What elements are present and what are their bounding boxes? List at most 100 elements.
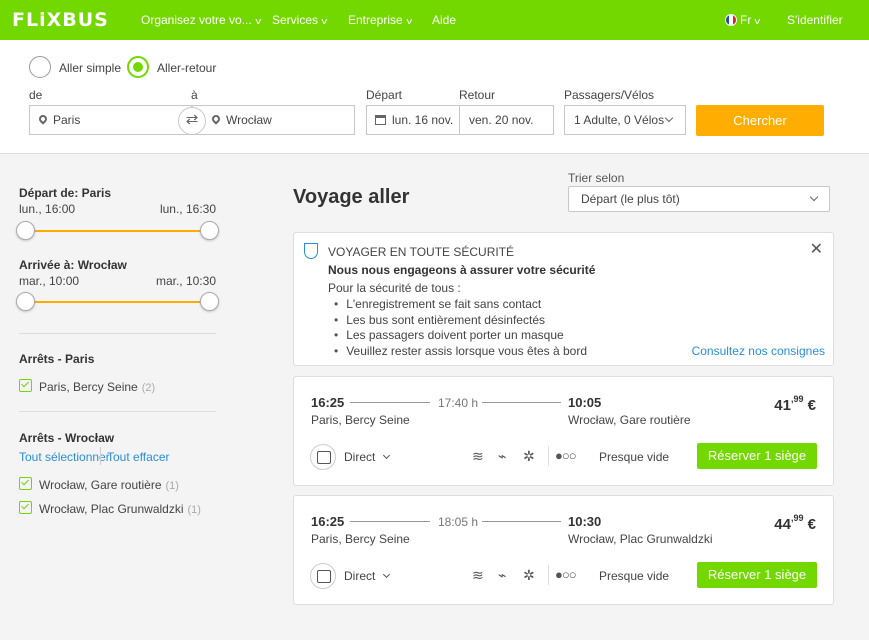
depart-date-value: lun. 16 nov.: [392, 113, 454, 127]
stop-checkbox-paris-bercy[interactable]: [19, 379, 32, 392]
occupancy-icon: ●○○: [555, 567, 577, 582]
departure-max-time: lun., 16:30: [159, 202, 216, 216]
chevron-down-icon: [809, 192, 819, 202]
price-cents: ,99: [790, 513, 804, 523]
radio-round-trip[interactable]: [127, 56, 149, 78]
safety-subtitle: Nous nous engageons à assurer votre sécu…: [328, 263, 596, 277]
language-label: Fr: [740, 13, 752, 27]
price-main: 44: [774, 516, 791, 533]
arrival-station: Wrocław, Plac Grunwaldzki: [568, 532, 713, 546]
nav-entreprise[interactable]: Entreprise v: [348, 13, 412, 27]
arrival-max-time: mar., 10:30: [155, 274, 216, 288]
flixbus-logo[interactable]: FLiXBUS: [12, 9, 109, 31]
language-selector[interactable]: Fr v: [740, 13, 761, 27]
passengers-value: 1 Adulte, 0 Vélos: [574, 113, 665, 127]
duration-line-left: [350, 521, 430, 522]
from-field[interactable]: Paris: [29, 105, 192, 135]
search-panel: Aller simple Aller-retour de à Départ Re…: [0, 40, 869, 154]
chevron-down-icon: v: [406, 16, 412, 26]
select-all-link[interactable]: Tout sélectionner: [19, 450, 110, 464]
reserve-button[interactable]: Réserver 1 siège: [697, 443, 817, 469]
radio-one-way-label[interactable]: Aller simple: [59, 61, 121, 75]
divider: [548, 565, 549, 585]
safety-point: Les bus sont entièrement désinfectés: [334, 313, 587, 329]
passengers-select[interactable]: 1 Adulte, 0 Vélos: [564, 105, 686, 135]
arrival-slider-min-handle[interactable]: [16, 292, 35, 311]
chevron-down-icon: [664, 113, 674, 123]
swap-cities-button[interactable]: ⇄: [178, 107, 206, 135]
divider: [548, 446, 549, 466]
top-navbar: FLiXBUS Organisez votre vo... v Services v…: [0, 0, 869, 40]
chevron-down-icon: [383, 570, 391, 579]
trip-duration: 17:40 h: [438, 396, 479, 410]
stop-checkbox-wroclaw-plac[interactable]: [19, 501, 32, 514]
radio-one-way[interactable]: [29, 56, 51, 78]
chevron-down-icon: [383, 451, 391, 460]
safety-guidelines-link[interactable]: Consultez nos consignes: [692, 344, 825, 358]
safety-point: L'enregistrement se fait sans contact: [334, 297, 587, 313]
chevron-down-icon: v: [321, 16, 328, 26]
sort-value: Départ (le plus tôt): [581, 192, 680, 206]
reserve-button[interactable]: Réserver 1 siège: [697, 562, 817, 588]
stops-wroclaw-title: Arrêts - Wrocław: [19, 431, 115, 445]
trip-type-label: Direct: [344, 569, 376, 583]
arrival-filter-title: Arrivée à: Wrocław: [19, 258, 127, 272]
search-button[interactable]: Chercher: [696, 105, 824, 136]
duration-line-right: [482, 521, 561, 522]
power-plug-icon: ⌁: [498, 448, 507, 464]
return-date-field[interactable]: ven. 20 nov.: [459, 105, 554, 135]
from-label: de: [29, 88, 43, 102]
stop-label-paris-bercy[interactable]: Paris, Bercy Seine (2): [39, 380, 155, 394]
bus-icon: [310, 563, 336, 589]
stop-name: Paris, Bercy Seine: [39, 380, 138, 394]
depart-label: Départ: [366, 88, 403, 102]
sort-label: Trier selon: [568, 171, 625, 185]
to-field[interactable]: Wrocław: [192, 105, 355, 135]
arrival-slider-max-handle[interactable]: [200, 292, 219, 311]
trip-price: 44,99 €: [774, 513, 816, 533]
swap-arrows-icon: ⇄: [185, 111, 199, 128]
clear-all-link[interactable]: Tout effacer: [107, 450, 169, 464]
safety-list: L'enregistrement se fait sans contact Le…: [334, 297, 587, 360]
wifi-icon: ≋: [472, 448, 484, 464]
price-main: 41: [774, 397, 791, 414]
stop-checkbox-wroclaw-gare[interactable]: [19, 477, 32, 490]
shield-virus-icon: [304, 243, 318, 259]
close-icon[interactable]: ✕: [810, 239, 823, 259]
nav-entreprise-label: Entreprise: [348, 13, 403, 27]
safety-title: VOYAGER EN TOUTE SÉCURITÉ: [328, 245, 515, 259]
passengers-label: Passagers/Vélos: [564, 88, 655, 102]
trip-card: 16:25 Paris, Bercy Seine 18:05 h 10:30 W…: [293, 495, 834, 605]
nav-aide[interactable]: Aide: [432, 13, 456, 27]
occupancy-label: Presque vide: [599, 569, 670, 583]
stop-count: (2): [141, 382, 156, 394]
chevron-down-icon: v: [754, 16, 761, 26]
arrival-slider-track: [25, 301, 210, 303]
location-pin-icon: [37, 113, 49, 125]
radio-round-trip-label[interactable]: Aller-retour: [157, 61, 216, 75]
from-value: Paris: [53, 113, 81, 127]
signin-link[interactable]: S'identifier: [787, 13, 843, 27]
depart-date-field[interactable]: lun. 16 nov.: [366, 105, 460, 135]
stop-label-wroclaw-gare[interactable]: Wrocław, Gare routière (1): [39, 478, 179, 492]
stop-name: Wrocław, Plac Grunwaldzki: [39, 502, 184, 516]
safety-point: Les passagers doivent porter un masque: [334, 328, 587, 344]
trip-price: 41,99 €: [774, 394, 816, 414]
hygiene-icon: ✲: [523, 448, 535, 464]
trip-type-toggle[interactable]: Direct: [344, 569, 391, 583]
safety-notice: VOYAGER EN TOUTE SÉCURITÉ Nous nous enga…: [293, 232, 834, 366]
stop-label-wroclaw-plac[interactable]: Wrocław, Plac Grunwaldzki (1): [39, 502, 201, 516]
hygiene-icon: ✲: [523, 567, 535, 583]
return-label: Retour: [459, 88, 496, 102]
nav-services[interactable]: Services v: [272, 13, 327, 27]
nav-plan-trip[interactable]: Organisez votre vo... v: [141, 13, 261, 27]
sort-select[interactable]: Départ (le plus tôt): [568, 186, 830, 212]
trip-type-toggle[interactable]: Direct: [344, 450, 391, 464]
safety-intro: Pour la sécurité de tous :: [328, 281, 461, 295]
departure-slider-max-handle[interactable]: [200, 221, 219, 240]
departure-slider-min-handle[interactable]: [16, 221, 35, 240]
french-flag-icon: [725, 14, 737, 26]
to-label: à: [191, 88, 198, 102]
price-currency: €: [803, 516, 816, 533]
results-heading: Voyage aller: [293, 186, 410, 208]
